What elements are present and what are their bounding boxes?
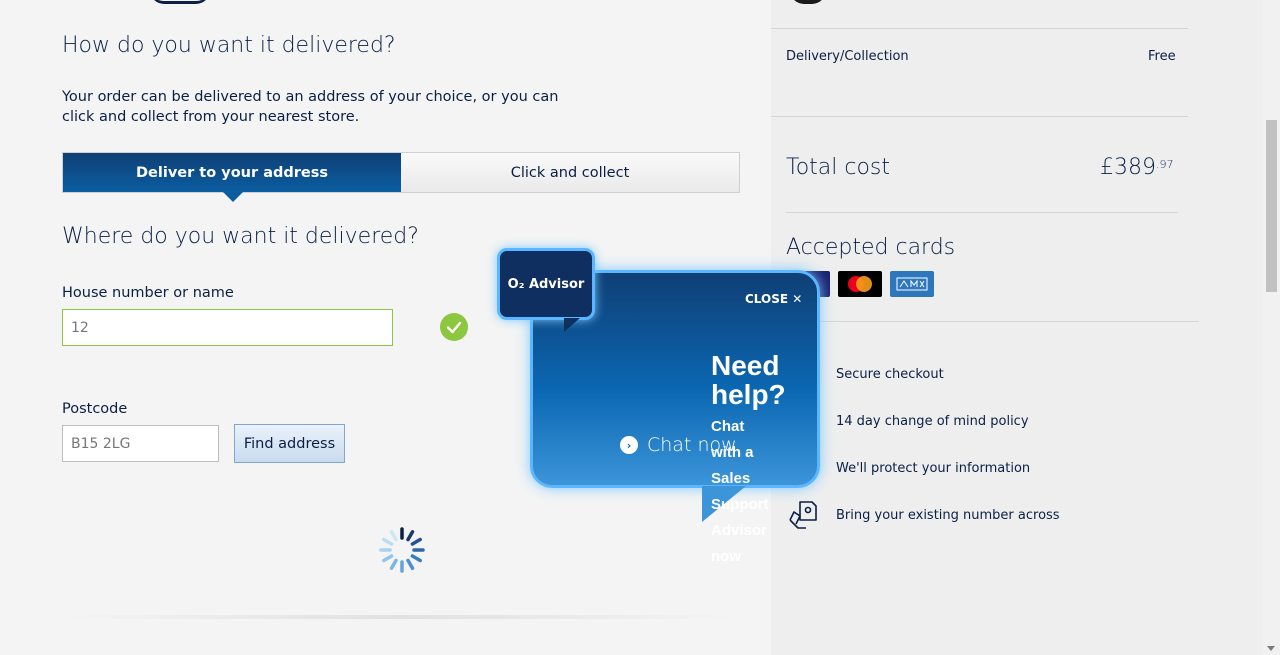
delivery-collection-label: Delivery/Collection: [786, 49, 909, 64]
chat-now-label: Chat now: [647, 434, 737, 456]
total-cost-value: £389.97: [1100, 155, 1174, 180]
tab-click-and-collect[interactable]: Click and collect: [401, 153, 739, 192]
postcode-input[interactable]: [62, 425, 219, 462]
summary-divider: [771, 321, 1199, 322]
total-pence: .97: [1156, 158, 1174, 171]
delivery-intro-text: Your order can be delivered to an addres…: [62, 89, 559, 125]
feature-protect-information: We'll protect your information: [836, 461, 1031, 476]
page-scrollbar[interactable]: [1263, 0, 1280, 655]
heading-fragment: [150, 0, 210, 4]
need-help-heading: Need help?: [711, 350, 786, 410]
delivery-method-heading: How do you want it delivered?: [62, 33, 396, 58]
house-number-label: House number or name: [62, 285, 234, 301]
find-address-button[interactable]: Find address: [234, 424, 345, 463]
delivery-collection-value: Free: [1148, 49, 1176, 64]
section-divider: [62, 615, 742, 619]
summary-divider: [771, 28, 1188, 29]
postcode-label: Postcode: [62, 401, 128, 417]
house-number-input[interactable]: [62, 309, 393, 346]
total-cost-label: Total cost: [786, 155, 891, 180]
feature-change-of-mind: 14 day change of mind policy: [836, 414, 1029, 429]
delivery-tabs: Deliver to your address Click and collec…: [62, 152, 740, 202]
loading-spinner-icon: [377, 525, 427, 575]
summary-divider: [786, 212, 1178, 213]
chat-now-button[interactable]: › Chat now: [620, 434, 737, 456]
feature-secure-checkout: Secure checkout: [836, 367, 944, 382]
chat-advisor-popup: O₂ Advisor CLOSE ✕ Need help? Chat with …: [497, 248, 827, 565]
close-chat-button[interactable]: CLOSE ✕: [745, 292, 802, 306]
summary-divider: [771, 116, 1188, 117]
chevron-right-icon: ›: [620, 436, 638, 454]
delivery-address-heading: Where do you want it delivered?: [62, 224, 419, 249]
scrollbar-thumb[interactable]: [1266, 120, 1277, 292]
american-express-icon: [890, 271, 934, 297]
scroll-down-arrow-icon[interactable]: [1267, 646, 1275, 651]
valid-check-icon: [440, 313, 468, 341]
tab-deliver-to-address[interactable]: Deliver to your address: [63, 153, 401, 202]
badge-tail: [564, 318, 580, 332]
o2-advisor-badge: O₂ Advisor: [497, 248, 595, 320]
mastercard-icon: [838, 271, 882, 297]
order-summary-panel: [771, 0, 1263, 655]
total-pounds: £389: [1100, 155, 1156, 180]
feature-bring-number: Bring your existing number across: [836, 508, 1060, 523]
